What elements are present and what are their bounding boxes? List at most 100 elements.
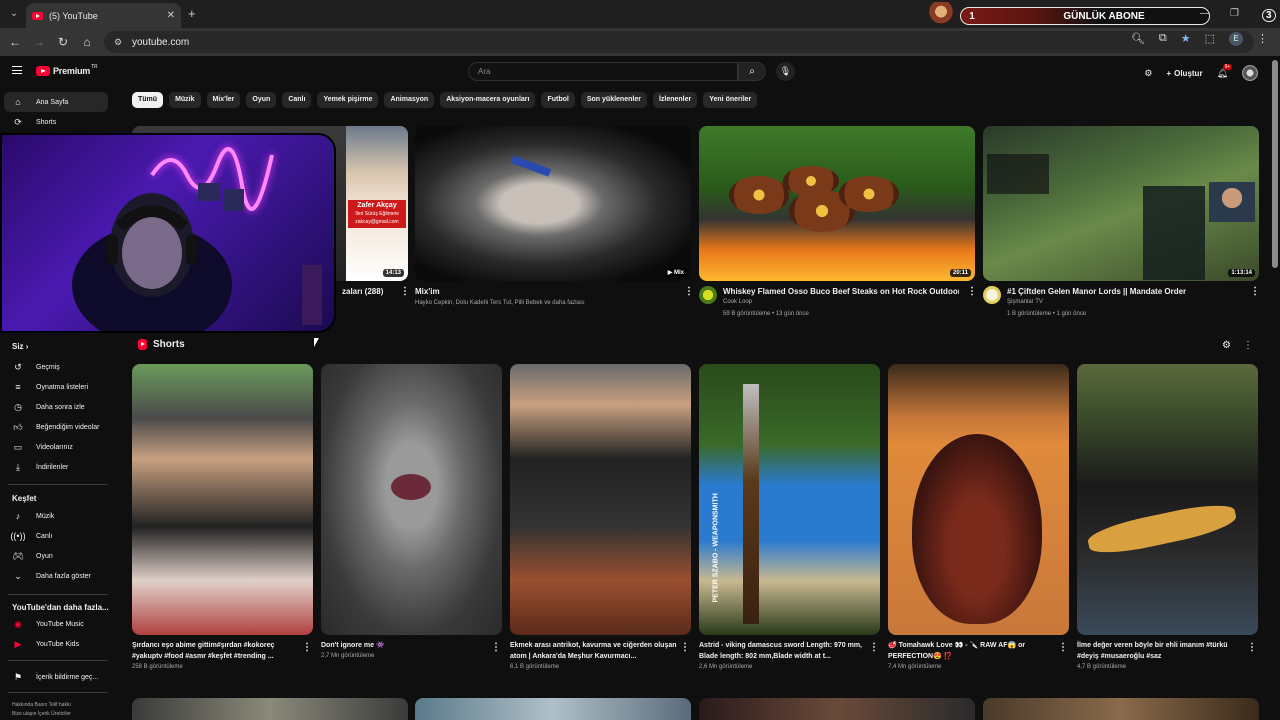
short-menu-icon[interactable]: ⋮ (302, 642, 312, 653)
sidebar-item-home[interactable]: ⌂ Ana Sayfa (4, 92, 108, 112)
video-thumbnail[interactable] (415, 698, 691, 720)
reload-icon[interactable]: ↻ (56, 35, 70, 49)
short-thumbnail[interactable] (132, 364, 313, 635)
gear-icon[interactable]: ⚙ (1144, 68, 1152, 79)
sidebar-item-yt-kids[interactable]: ▶ YouTube Kids (4, 634, 108, 654)
sidebar-item-liked[interactable]: 👍︎ Beğendiğim videolar (4, 417, 108, 437)
tab-close-button[interactable]: ✕ (167, 10, 175, 21)
sidebar-item-music[interactable]: ♪ Müzik (4, 506, 108, 526)
short-title[interactable]: Astrid - viking damascus sword Length: 9… (699, 640, 867, 662)
short-menu-icon[interactable]: ⋮ (1058, 642, 1068, 653)
channel-name[interactable]: Şişmanlar TV (1007, 299, 1043, 305)
sidebar-item-your-videos[interactable]: ▭ Videolarınız (4, 437, 108, 457)
youtube-logo[interactable]: Premium TR (36, 64, 98, 76)
gear-icon[interactable]: ⚙ (1222, 340, 1231, 351)
notifications-button[interactable]: 🔔︎ 9+ (1217, 63, 1233, 79)
chip-music[interactable]: Müzik (169, 92, 201, 108)
short-thumbnail[interactable] (510, 364, 691, 635)
short-title[interactable]: İlme değer veren böyle bir ehli imanım #… (1077, 640, 1245, 662)
video-title[interactable]: #1 Çiftden Gelen Manor Lords || Mandate … (1007, 287, 1243, 296)
video-title[interactable]: Mix'im (415, 287, 675, 296)
chip-mixes[interactable]: Mix'ler (206, 92, 241, 108)
chip-cooking[interactable]: Yemek pişirme (317, 92, 379, 108)
extensions-icon[interactable]: ⬚ (1205, 32, 1215, 46)
footer-links-2[interactable]: Bize ulaşın İçerik Üreticiler (12, 711, 71, 717)
new-tab-button[interactable]: + (188, 6, 196, 21)
video-thumbnail[interactable]: 1:13:14 (983, 126, 1259, 281)
short-thumbnail[interactable]: PETER SZABO - WEAPONSMITH (699, 364, 880, 635)
chip-recently-uploaded[interactable]: Son yüklenenler (580, 92, 647, 108)
video-menu-icon[interactable]: ⋮ (684, 286, 694, 297)
video-title[interactable]: zaları (288) (342, 287, 402, 296)
channel-avatar[interactable] (983, 286, 1001, 304)
short-title[interactable]: Ekmek arası antrikot, kavurma ve ciğerde… (510, 640, 678, 662)
sidebar-item-live[interactable]: ((•)) Canlı (4, 526, 108, 546)
footer-links-1[interactable]: Hakkında Basın Telif hakkı (12, 702, 71, 708)
browser-tab[interactable]: (5) YouTube ✕ (26, 3, 181, 28)
video-thumbnail[interactable] (132, 698, 408, 720)
sidebar-divider (8, 660, 108, 661)
video-thumbnail[interactable] (699, 698, 975, 720)
short-thumbnail[interactable] (888, 364, 1069, 635)
voice-search-button[interactable]: 🎙︎ (776, 62, 795, 81)
short-title[interactable]: Don't ignore me 👾 (321, 640, 489, 651)
short-menu-icon[interactable]: ⋮ (680, 642, 690, 653)
video-menu-icon[interactable]: ⋮ (1250, 286, 1260, 297)
create-button[interactable]: + Oluştur (1166, 69, 1202, 78)
minimize-icon[interactable]: — (1200, 8, 1210, 19)
search-button[interactable]: ⌕ (738, 62, 766, 81)
video-thumbnail[interactable]: ▶ Mix (415, 126, 691, 281)
sidebar-item-watch-later[interactable]: ◷ Daha sonra izle (4, 397, 108, 417)
bookmark-star-icon[interactable]: ★ (1181, 32, 1191, 46)
browser-menu-icon[interactable]: ⋮ (1257, 32, 1268, 46)
short-thumbnail[interactable] (321, 364, 502, 635)
sidebar-item-shorts[interactable]: ⟳ Shorts (4, 112, 108, 132)
sidebar-item-yt-music[interactable]: ◉ YouTube Music (4, 614, 108, 634)
maximize-icon[interactable]: ❐ (1230, 8, 1239, 19)
channel-avatar[interactable] (699, 286, 717, 304)
chip-gaming[interactable]: Oyun (246, 92, 277, 108)
search-input[interactable]: Ara (468, 62, 738, 81)
youtube-favicon-icon (32, 11, 43, 20)
chip-watched[interactable]: İzlenenler (652, 92, 698, 108)
page-scrollbar[interactable] (1272, 60, 1278, 268)
short-title[interactable]: 🥩 Tomahawk Love 👀 - 🔪 RAW AF😱 or PERFECT… (888, 640, 1056, 662)
shorts-menu-icon[interactable]: ⋮ (1243, 340, 1253, 351)
chip-live[interactable]: Canlı (282, 92, 312, 108)
cast-icon[interactable]: ⧉ (1159, 32, 1167, 46)
sidebar-item-report-history[interactable]: ⚑ İçerik bildirme geç... (4, 667, 108, 687)
sidebar-item-gaming[interactable]: 🎮︎ Oyun (4, 546, 108, 566)
chip-action-adventure[interactable]: Aksiyon-macera oyunları (440, 92, 536, 108)
chip-football[interactable]: Futbol (541, 92, 575, 108)
video-title[interactable]: Whiskey Flamed Osso Buco Beef Steaks on … (723, 287, 959, 296)
you-heading[interactable]: Siz › (12, 342, 28, 351)
sidebar-item-history[interactable]: ↺ Geçmiş (4, 357, 108, 377)
short-title[interactable]: Şırdancı eşo abime gittim#şırdan #kokore… (132, 640, 300, 662)
video-menu-icon[interactable]: ⋮ (400, 286, 410, 297)
chip-new-to-you[interactable]: Yeni öneriler (703, 92, 758, 108)
home-browser-icon[interactable]: ⌂ (80, 35, 94, 49)
forward-icon[interactable]: → (32, 35, 46, 49)
sidebar-item-label: İndirilenler (36, 463, 69, 471)
video-thumbnail[interactable] (983, 698, 1259, 720)
profile-icon[interactable]: E (1229, 32, 1243, 46)
short-thumbnail[interactable] (1077, 364, 1258, 635)
tab-list-button[interactable]: ⌄ (6, 6, 22, 22)
site-info-icon[interactable]: ⚙ (110, 34, 126, 50)
sidebar-item-show-more[interactable]: ⌄ Daha fazla göster (4, 566, 108, 586)
short-menu-icon[interactable]: ⋮ (491, 642, 501, 653)
chip-all[interactable]: Tümü (132, 92, 164, 108)
video-menu-icon[interactable]: ⋮ (967, 286, 977, 297)
channel-name[interactable]: Cook Loop (723, 299, 752, 305)
video-thumbnail[interactable]: 20:11 (699, 126, 975, 281)
chip-animation[interactable]: Animasyon (384, 92, 435, 108)
back-icon[interactable]: ← (8, 35, 22, 49)
sidebar-item-downloads[interactable]: ⤓ İndirilenler (4, 457, 108, 477)
account-avatar[interactable] (1242, 65, 1258, 81)
zoom-icon[interactable]: 🔍︎ (1131, 32, 1145, 46)
short-menu-icon[interactable]: ⋮ (869, 642, 879, 653)
sidebar-item-playlists[interactable]: ≡ Oynatma listeleri (4, 377, 108, 397)
menu-icon[interactable] (12, 66, 22, 74)
address-bar[interactable]: ⚙ youtube.com (104, 31, 1254, 53)
short-menu-icon[interactable]: ⋮ (1247, 642, 1257, 653)
